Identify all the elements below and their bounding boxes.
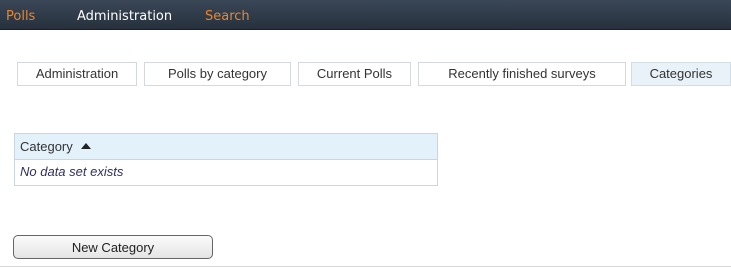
tab-administration[interactable]: Administration — [17, 62, 137, 86]
nav-link-administration[interactable]: Administration — [77, 9, 172, 24]
tab-polls-by-category[interactable]: Polls by category — [144, 62, 291, 86]
tab-categories[interactable]: Categories — [631, 62, 731, 86]
nav-link-search[interactable]: Search — [205, 9, 250, 24]
categories-grid: Category No data set exists — [14, 133, 438, 186]
sort-ascending-icon — [80, 143, 91, 149]
nav-link-polls[interactable]: Polls — [6, 9, 35, 24]
column-header-category[interactable]: Category — [15, 134, 437, 160]
column-header-label: Category — [20, 139, 73, 154]
new-category-button[interactable]: New Category — [13, 235, 213, 259]
top-navigation-bar: Polls Administration Search — [0, 0, 731, 30]
tab-current-polls[interactable]: Current Polls — [298, 62, 411, 86]
tab-recently-finished-surveys[interactable]: Recently finished surveys — [418, 62, 626, 86]
empty-grid-message: No data set exists — [20, 164, 124, 179]
